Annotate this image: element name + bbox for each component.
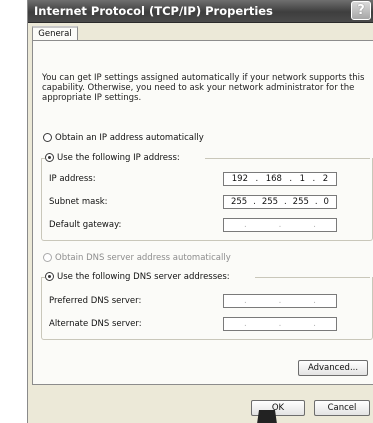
window-title: Internet Protocol (TCP/IP) Properties <box>34 4 273 18</box>
advanced-button[interactable]: Advanced... <box>298 360 368 376</box>
ip-octet-1: 192 <box>231 174 248 184</box>
preferred-dns-input[interactable]: . . . <box>223 294 337 308</box>
use-following-ip-option[interactable]: Use the following IP address: <box>45 153 183 164</box>
use-following-ip-radio[interactable] <box>45 153 54 162</box>
tcpip-properties-dialog: Internet Protocol (TCP/IP) Properties ? … <box>27 0 373 423</box>
title-bar: Internet Protocol (TCP/IP) Properties ? <box>28 0 373 23</box>
subnet-mask-label: Subnet mask: <box>49 197 108 207</box>
ip-octet-3: 1 <box>299 174 306 184</box>
ip-octet-2: 168 <box>265 174 282 184</box>
obtain-dns-auto-radio[interactable] <box>43 253 52 262</box>
obtain-ip-auto-label: Obtain an IP address automatically <box>55 133 204 143</box>
obtain-ip-auto-option[interactable]: Obtain an IP address automatically <box>43 133 204 144</box>
obtain-ip-auto-radio[interactable] <box>43 133 52 142</box>
preferred-dns-dot-1: . <box>243 296 247 306</box>
mask-octet-3: 255 <box>292 197 309 207</box>
alternate-dns-dot-1: . <box>243 319 247 329</box>
general-panel: You can get IP settings assigned automat… <box>32 40 373 385</box>
tab-general[interactable]: General <box>32 26 78 41</box>
use-following-ip-label: Use the following IP address: <box>57 153 180 163</box>
default-gateway-input[interactable]: . . . <box>223 218 337 232</box>
ip-address-input[interactable]: 192. 168. 1. 2 <box>223 172 337 186</box>
mouse-cursor-icon <box>257 410 277 423</box>
mask-octet-1: 255 <box>230 197 248 207</box>
gateway-dot-2: . <box>278 220 282 230</box>
alternate-dns-label: Alternate DNS server: <box>49 319 142 329</box>
gateway-dot-1: . <box>243 220 247 230</box>
cancel-button[interactable]: Cancel <box>314 400 370 416</box>
help-icon: ? <box>357 3 365 18</box>
preferred-dns-label: Preferred DNS server: <box>49 296 142 306</box>
ip-octet-4: 2 <box>322 174 329 184</box>
alternate-dns-dot-3: . <box>313 319 316 329</box>
use-following-dns-option[interactable]: Use the following DNS server addresses: <box>45 272 233 283</box>
description-text: You can get IP settings assigned automat… <box>42 73 365 103</box>
alternate-dns-input[interactable]: . . . <box>223 317 337 331</box>
preferred-dns-dot-3: . <box>313 296 316 306</box>
gateway-dot-3: . <box>313 220 316 230</box>
mask-octet-2: 255 <box>261 197 279 207</box>
obtain-dns-auto-option[interactable]: Obtain DNS server address automatically <box>43 253 231 264</box>
use-following-dns-radio[interactable] <box>45 272 54 281</box>
help-button[interactable]: ? <box>351 1 371 20</box>
subnet-mask-input[interactable]: 255. 255. 255. 0 <box>223 195 337 209</box>
mask-octet-4: 0 <box>323 197 329 207</box>
ip-address-label: IP address: <box>49 174 96 184</box>
preferred-dns-dot-2: . <box>278 296 282 306</box>
default-gateway-label: Default gateway: <box>49 220 122 230</box>
obtain-dns-auto-label: Obtain DNS server address automatically <box>55 253 231 263</box>
alternate-dns-dot-2: . <box>278 319 282 329</box>
use-following-dns-label: Use the following DNS server addresses: <box>57 272 230 282</box>
